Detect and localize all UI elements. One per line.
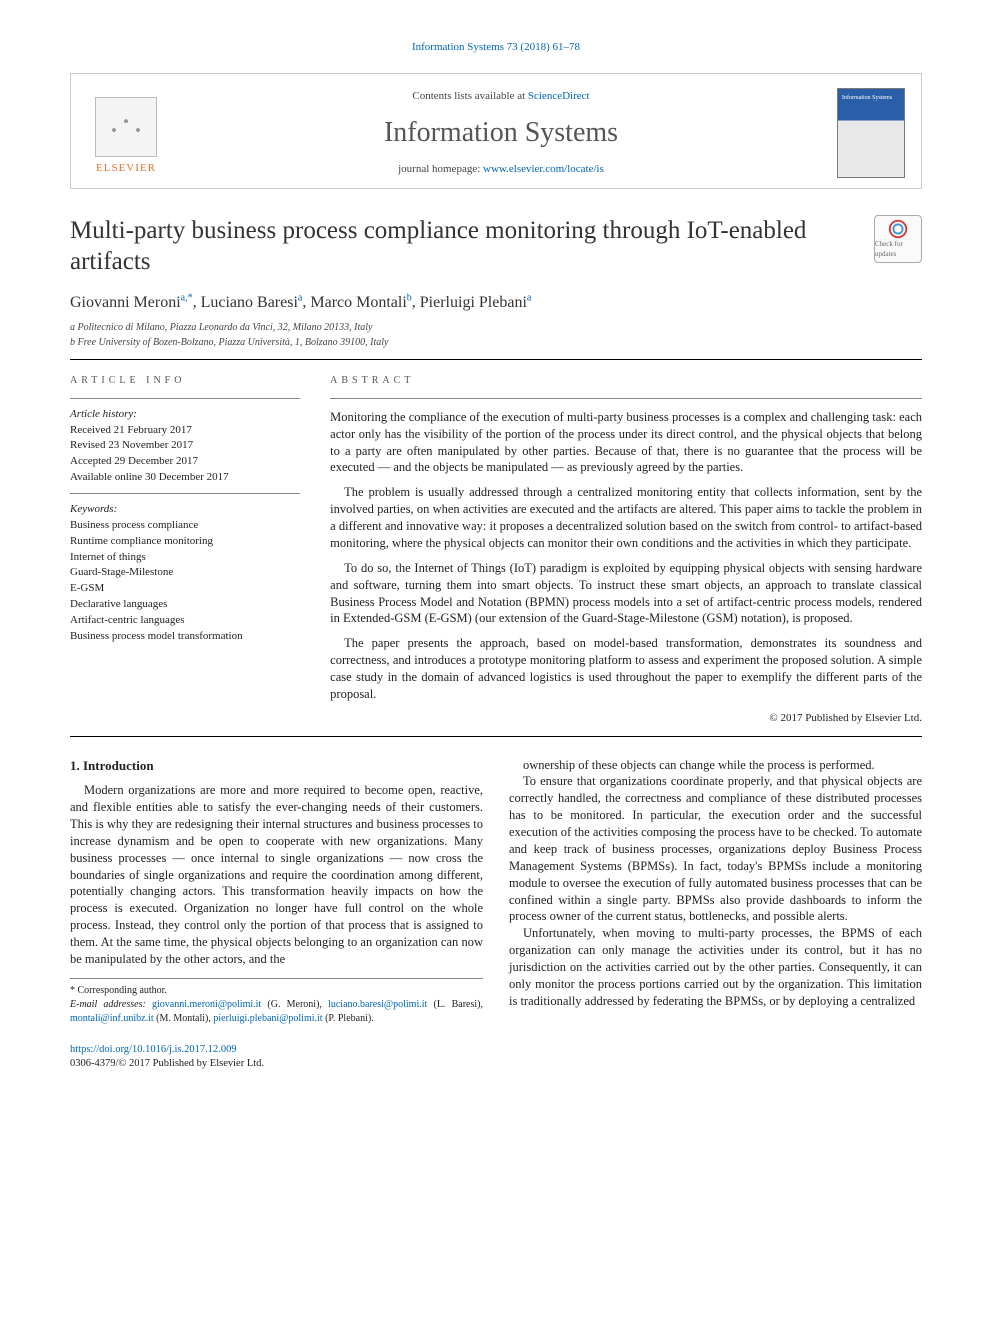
section-heading: 1. Introduction bbox=[70, 757, 483, 775]
divider bbox=[70, 736, 922, 737]
article-body: 1. Introduction Modern organizations are… bbox=[70, 757, 922, 1026]
affiliations: a Politecnico di Milano, Piazza Leonardo… bbox=[70, 321, 922, 349]
author: Pierluigi Plebania bbox=[420, 294, 532, 311]
author: Luciano Baresia bbox=[201, 294, 303, 311]
contents-available-line: Contents lists available at ScienceDirec… bbox=[181, 89, 821, 104]
crossmark-label: Check for updates bbox=[875, 240, 921, 259]
keyword: Guard-Stage-Milestone bbox=[70, 565, 300, 580]
abstract-paragraph: Monitoring the compliance of the executi… bbox=[330, 409, 922, 477]
contents-prefix: Contents lists available at bbox=[412, 90, 527, 102]
article-info-label: article info bbox=[70, 374, 300, 388]
affiliation: a Politecnico di Milano, Piazza Leonardo… bbox=[70, 321, 922, 335]
author-email-link[interactable]: pierluigi.plebani@polimi.it bbox=[213, 1013, 322, 1024]
abstract-copyright: © 2017 Published by Elsevier Ltd. bbox=[330, 711, 922, 726]
crossmark-icon bbox=[887, 218, 909, 240]
history-item: Accepted 29 December 2017 bbox=[70, 454, 300, 469]
keyword: Business process compliance bbox=[70, 518, 300, 533]
journal-masthead: ELSEVIER Contents lists available at Sci… bbox=[70, 73, 922, 189]
divider bbox=[70, 359, 922, 360]
author-email-link[interactable]: montali@inf.unibz.it bbox=[70, 1013, 154, 1024]
journal-homepage-line: journal homepage: www.elsevier.com/locat… bbox=[181, 162, 821, 177]
corresponding-author-note: * Corresponding author. bbox=[70, 984, 483, 998]
abstract-column: abstract Monitoring the compliance of th… bbox=[330, 374, 922, 725]
footnotes: * Corresponding author. E-mail addresses… bbox=[70, 978, 483, 1026]
history-heading: Article history: bbox=[70, 407, 300, 422]
body-paragraph: To ensure that organizations coordinate … bbox=[509, 773, 922, 925]
abstract-paragraph: To do so, the Internet of Things (IoT) p… bbox=[330, 560, 922, 628]
journal-reference: Information Systems 73 (2018) 61–78 bbox=[70, 40, 922, 55]
history-item: Available online 30 December 2017 bbox=[70, 470, 300, 485]
journal-homepage-link[interactable]: www.elsevier.com/locate/is bbox=[483, 163, 604, 175]
history-item: Received 21 February 2017 bbox=[70, 423, 300, 438]
email-owner: (L. Baresi) bbox=[433, 999, 480, 1010]
email-owner: (M. Montali) bbox=[156, 1013, 208, 1024]
body-paragraph: Modern organizations are more and more r… bbox=[70, 782, 483, 968]
body-paragraph: ownership of these objects can change wh… bbox=[509, 757, 922, 774]
keyword: Runtime compliance monitoring bbox=[70, 534, 300, 549]
email-addresses: E-mail addresses: giovanni.meroni@polimi… bbox=[70, 998, 483, 1025]
affiliation: b Free University of Bozen-Bolzano, Piaz… bbox=[70, 336, 922, 350]
abstract-paragraph: The problem is usually addressed through… bbox=[330, 484, 922, 552]
article-title: Multi-party business process compliance … bbox=[70, 215, 860, 278]
homepage-prefix: journal homepage: bbox=[398, 163, 483, 175]
publisher-name: ELSEVIER bbox=[96, 161, 156, 176]
elsevier-logo: ELSEVIER bbox=[87, 90, 165, 176]
history-item: Revised 23 November 2017 bbox=[70, 438, 300, 453]
keywords-heading: Keywords: bbox=[70, 502, 300, 517]
email-owner: (G. Meroni) bbox=[267, 999, 319, 1010]
keyword: Declarative languages bbox=[70, 597, 300, 612]
elsevier-tree-icon bbox=[95, 97, 157, 157]
journal-name: Information Systems bbox=[181, 114, 821, 152]
author-email-link[interactable]: luciano.baresi@polimi.it bbox=[328, 999, 427, 1010]
keyword: Artifact-centric languages bbox=[70, 613, 300, 628]
body-paragraph: Unfortunately, when moving to multi-part… bbox=[509, 925, 922, 1009]
keyword: E-GSM bbox=[70, 581, 300, 596]
email-owner: (P. Plebani) bbox=[325, 1013, 371, 1024]
abstract-label: abstract bbox=[330, 374, 922, 388]
keyword: Business process model transformation bbox=[70, 629, 300, 644]
article-info-column: article info Article history: Received 2… bbox=[70, 374, 300, 725]
sciencedirect-link[interactable]: ScienceDirect bbox=[528, 90, 590, 102]
author: Marco Montalib bbox=[310, 294, 411, 311]
crossmark-badge[interactable]: Check for updates bbox=[874, 215, 922, 263]
doi-block: https://doi.org/10.1016/j.is.2017.12.009… bbox=[70, 1043, 922, 1071]
journal-cover-thumbnail: Information Systems bbox=[837, 88, 905, 178]
cover-thumb-title: Information Systems bbox=[842, 95, 900, 102]
doi-link[interactable]: https://doi.org/10.1016/j.is.2017.12.009 bbox=[70, 1044, 237, 1055]
author: Giovanni Meronia,* bbox=[70, 294, 193, 311]
author-email-link[interactable]: giovanni.meroni@polimi.it bbox=[152, 999, 261, 1010]
abstract-paragraph: The paper presents the approach, based o… bbox=[330, 635, 922, 703]
author-list: Giovanni Meronia,*, Luciano Baresia, Mar… bbox=[70, 291, 922, 313]
issn-copyright: 0306-4379/© 2017 Published by Elsevier L… bbox=[70, 1058, 264, 1069]
email-label: E-mail addresses: bbox=[70, 999, 146, 1010]
keyword: Internet of things bbox=[70, 550, 300, 565]
